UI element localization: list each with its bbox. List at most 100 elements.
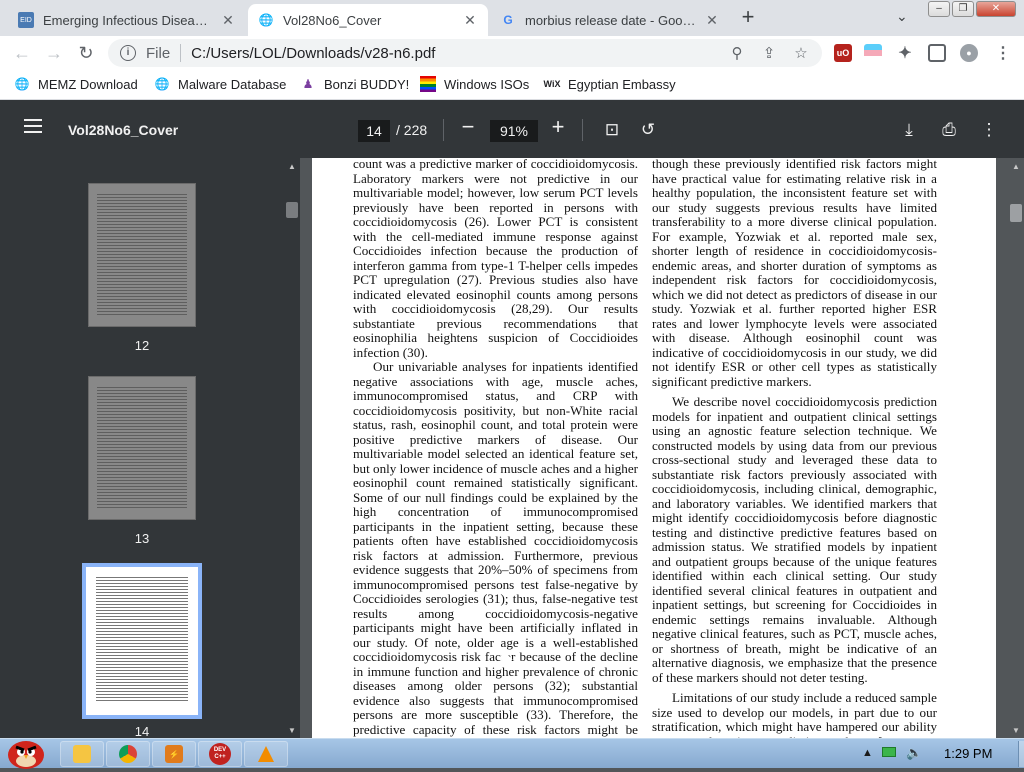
thumbnail-label: 14 <box>134 724 150 739</box>
pdf-title: Vol28No6_Cover <box>68 122 179 138</box>
globe-icon: 🌐 <box>14 77 30 91</box>
close-window-button[interactable]: ✕ <box>976 1 1016 17</box>
scroll-down-arrow-icon[interactable]: ▼ <box>1012 726 1020 735</box>
scroll-up-arrow-icon[interactable]: ▲ <box>1012 162 1020 171</box>
paragraph: Our univariable analyses for inpatients … <box>353 359 638 738</box>
zoom-in-icon[interactable]: + <box>546 116 570 140</box>
paragraph: though these previously identified risk … <box>652 158 937 389</box>
site-info-icon[interactable]: i <box>120 45 136 61</box>
profile-avatar-icon[interactable]: ● <box>960 44 978 62</box>
thumbnail-label: 12 <box>134 338 150 353</box>
sidebar-scrollbar[interactable] <box>284 158 300 738</box>
close-tab-icon[interactable]: ✕ <box>704 12 720 28</box>
paragraph: We describe novel coccidioidomycosis pre… <box>652 394 937 685</box>
tab-title: morbius release date - Google <box>525 12 698 28</box>
tray-expand-icon[interactable]: ▲ <box>862 747 873 759</box>
devcpp-icon: DEV C++ <box>209 743 231 765</box>
taskbar-vlc[interactable] <box>244 741 288 767</box>
minimize-button[interactable]: – <box>928 1 950 17</box>
document-scroll-thumb[interactable] <box>1010 204 1022 222</box>
back-arrow-icon[interactable]: ← <box>10 41 34 65</box>
page-total: / 228 <box>396 122 428 138</box>
thumbnail-page-12[interactable] <box>88 183 196 327</box>
thumbnail-sidebar: 12 13 14 <box>0 158 284 739</box>
restore-button[interactable]: ❐ <box>952 1 974 17</box>
reload-icon[interactable]: ↻ <box>74 41 98 65</box>
divider <box>180 44 182 62</box>
volume-icon[interactable]: 🔈 <box>906 745 922 761</box>
new-tab-button[interactable]: + <box>736 6 760 30</box>
pdf-page: count was a predictive marker of coccidi… <box>312 158 996 738</box>
paragraph: count was a predictive marker of coccidi… <box>353 158 638 360</box>
bookmark-star-icon[interactable]: ☆ <box>790 44 812 62</box>
close-tab-icon[interactable]: ✕ <box>462 12 478 28</box>
thumbnail-page-14[interactable] <box>82 563 202 719</box>
network-icon[interactable] <box>882 747 896 757</box>
bookmark-label: Malware Database <box>178 76 287 92</box>
tab-emerging-infectious-diseases[interactable]: EID Emerging Infectious Diseases J ✕ <box>8 4 246 36</box>
taskbar: ⚡ DEV C++ ▲ 🔈 1:29 PM <box>0 738 1024 769</box>
share-icon[interactable]: ⇪ <box>758 44 780 62</box>
taskbar-explorer[interactable] <box>60 741 104 767</box>
print-icon[interactable]: ⎙ <box>938 119 960 141</box>
folder-icon <box>73 745 91 763</box>
google-icon: G <box>503 13 513 27</box>
bookmark-windows-isos[interactable]: Windows ISOs <box>420 76 529 92</box>
fit-to-page-icon[interactable]: ⊡ <box>601 119 623 141</box>
chrome-icon <box>119 745 137 763</box>
wix-icon: WiX <box>543 79 561 89</box>
tab-search-chevron-icon[interactable]: ⌄ <box>896 8 908 25</box>
menu-dots-icon[interactable]: ⋮ <box>994 44 1012 62</box>
pdf-toolbar: Vol28No6_Cover 14 / 228 − 91% + ⊡ ↺ ⤓ ⎙ … <box>0 100 1024 158</box>
tab-title: Emerging Infectious Diseases J <box>43 12 214 28</box>
scroll-up-arrow-icon[interactable]: ▲ <box>288 162 296 171</box>
zoom-out-icon[interactable]: − <box>456 116 480 140</box>
tab-strip: EID Emerging Infectious Diseases J ✕ 🌐 V… <box>0 0 1024 36</box>
side-panel-icon[interactable] <box>928 44 946 62</box>
tab-vol28no6-cover[interactable]: 🌐 Vol28No6_Cover ✕ <box>248 4 488 36</box>
winamp-icon: ⚡ <box>165 745 183 763</box>
taskbar-chrome[interactable] <box>106 741 150 767</box>
show-desktop-button[interactable] <box>1018 741 1024 767</box>
taskbar-winamp[interactable]: ⚡ <box>152 741 196 767</box>
rotate-icon[interactable]: ↺ <box>637 119 659 141</box>
text-column-right: though these previously identified risk … <box>652 158 937 738</box>
url-text[interactable]: C:/Users/LOL/Downloads/v28-n6.pdf <box>191 45 726 62</box>
globe-icon: 🌐 <box>258 13 274 27</box>
tab-morbius-search[interactable]: G morbius release date - Google ✕ <box>490 4 730 36</box>
bookmark-malware-database[interactable]: 🌐 Malware Database <box>154 76 287 92</box>
address-bar[interactable]: i File C:/Users/LOL/Downloads/v28-n6.pdf… <box>108 39 822 67</box>
taskbar-devcpp[interactable]: DEV C++ <box>198 741 242 767</box>
zoom-icon[interactable]: ⚲ <box>726 44 748 62</box>
more-options-icon[interactable]: ⋮ <box>978 119 1000 141</box>
rainbow-flag-icon <box>420 76 436 92</box>
close-tab-icon[interactable]: ✕ <box>220 12 236 28</box>
bookmark-label: Windows ISOs <box>444 76 530 92</box>
ublock-icon[interactable]: uO <box>834 44 852 62</box>
bookmark-memz[interactable]: 🌐 MEMZ Download <box>14 76 138 92</box>
trans-flag-extension-icon[interactable] <box>864 44 882 62</box>
thumbnail-page-13[interactable] <box>88 376 196 520</box>
bookmark-egyptian-embassy[interactable]: WiX Egyptian Embassy <box>544 76 676 92</box>
browser-toolbar: ← → ↻ i File C:/Users/LOL/Downloads/v28-… <box>0 36 1024 70</box>
scroll-down-arrow-icon[interactable]: ▼ <box>288 726 296 735</box>
extensions-puzzle-icon[interactable]: ✦ <box>896 44 914 62</box>
zoom-level-input[interactable]: 91% <box>490 120 538 142</box>
start-button-angry-bird-icon[interactable] <box>2 733 50 769</box>
hamburger-menu-icon[interactable] <box>24 119 42 133</box>
bookmark-label: MEMZ Download <box>38 76 138 92</box>
clock[interactable]: 1:29 PM <box>944 746 992 761</box>
divider <box>582 119 583 141</box>
document-scrollbar[interactable] <box>1008 158 1024 738</box>
bookmark-label: Bonzi BUDDY! <box>324 76 410 92</box>
url-scheme: File <box>146 44 171 62</box>
bookmark-bonzi-buddy[interactable]: ♟ Bonzi BUDDY! <box>300 76 410 92</box>
download-icon[interactable]: ⤓ <box>898 119 920 141</box>
divider <box>443 119 444 141</box>
sidebar-scroll-thumb[interactable] <box>286 202 298 218</box>
eid-journal-icon: EID <box>18 12 34 28</box>
forward-arrow-icon[interactable]: → <box>42 41 66 65</box>
vlc-icon <box>258 746 274 762</box>
page-number-input[interactable]: 14 <box>358 120 390 142</box>
bookmarks-bar: 🌐 MEMZ Download 🌐 Malware Database ♟ Bon… <box>0 70 1024 100</box>
